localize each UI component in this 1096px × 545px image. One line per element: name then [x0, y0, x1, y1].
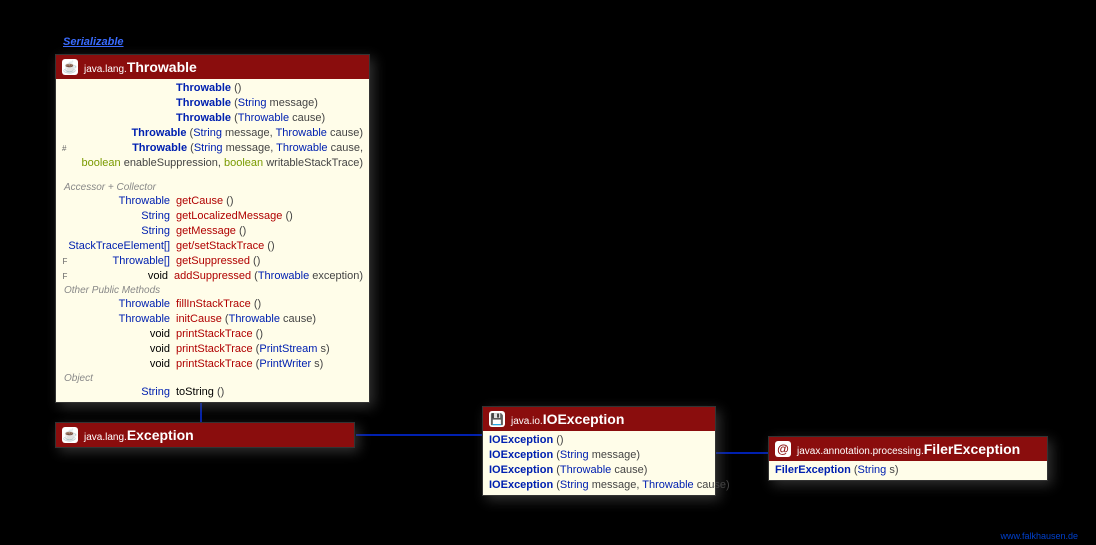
- member-row: ThrowablegetCause (): [56, 194, 369, 209]
- class-ioexception: java.io.IOException IOException ()IOExce…: [482, 406, 716, 496]
- annotation-icon: [775, 441, 791, 457]
- section-label: Other Public Methods: [56, 284, 369, 297]
- member-row: Throwable (String message): [56, 96, 369, 111]
- member-row: StringgetMessage (): [56, 224, 369, 239]
- class-body: IOException ()IOException (String messag…: [483, 431, 715, 495]
- class-body: Throwable ()Throwable (String message)Th…: [56, 79, 369, 402]
- class-name: Exception: [127, 427, 194, 443]
- interface-label: Serializable: [63, 36, 124, 48]
- member-row: FThrowable[]getSuppressed (): [56, 254, 369, 269]
- member-row: Throwable (): [56, 81, 369, 96]
- section-label: Object: [56, 372, 369, 385]
- member-row: FvoidaddSuppressed (Throwable exception): [56, 269, 369, 284]
- member-row: voidprintStackTrace (): [56, 327, 369, 342]
- package-label: java.io.: [511, 416, 543, 427]
- package-label: javax.annotation.processing.: [797, 446, 924, 457]
- member-row: IOException (Throwable cause): [483, 463, 715, 478]
- connector: [716, 452, 768, 454]
- class-header: java.lang.Throwable: [56, 55, 369, 79]
- class-icon: [62, 427, 78, 443]
- disk-icon: [489, 411, 505, 427]
- member-row: IOException (): [483, 433, 715, 448]
- member-row: StringtoString (): [56, 385, 369, 400]
- class-filerexception: javax.annotation.processing.FilerExcepti…: [768, 436, 1048, 481]
- class-icon: [62, 59, 78, 75]
- member-row: voidprintStackTrace (PrintStream s): [56, 342, 369, 357]
- class-header: java.io.IOException: [483, 407, 715, 431]
- section-label: Accessor + Collector: [56, 181, 369, 194]
- connector: [356, 434, 482, 436]
- class-header: java.lang.Exception: [56, 423, 354, 447]
- member-row: #Throwable (String message, Throwable ca…: [56, 141, 369, 156]
- member-row: voidprintStackTrace (PrintWriter s): [56, 357, 369, 372]
- class-header: javax.annotation.processing.FilerExcepti…: [769, 437, 1047, 461]
- member-row: IOException (String message): [483, 448, 715, 463]
- member-row: ThrowableinitCause (Throwable cause): [56, 312, 369, 327]
- package-label: java.lang.: [84, 432, 127, 443]
- class-exception: java.lang.Exception: [55, 422, 355, 448]
- member-row: Throwable (String message, Throwable cau…: [56, 126, 369, 141]
- member-row: FilerException (String s): [769, 463, 1047, 478]
- credit-link[interactable]: www.falkhausen.de: [1000, 531, 1078, 541]
- member-row: IOException (String message, Throwable c…: [483, 478, 715, 493]
- member-row: boolean enableSuppression, boolean writa…: [56, 156, 369, 171]
- class-name: IOException: [543, 411, 625, 427]
- class-throwable: java.lang.Throwable Throwable ()Throwabl…: [55, 54, 370, 403]
- class-name: Throwable: [127, 59, 197, 75]
- member-row: StackTraceElement[]get/setStackTrace (): [56, 239, 369, 254]
- member-row: StringgetLocalizedMessage (): [56, 209, 369, 224]
- class-body: FilerException (String s): [769, 461, 1047, 480]
- member-row: ThrowablefillInStackTrace (): [56, 297, 369, 312]
- package-label: java.lang.: [84, 64, 127, 75]
- member-row: Throwable (Throwable cause): [56, 111, 369, 126]
- class-name: FilerException: [924, 441, 1020, 457]
